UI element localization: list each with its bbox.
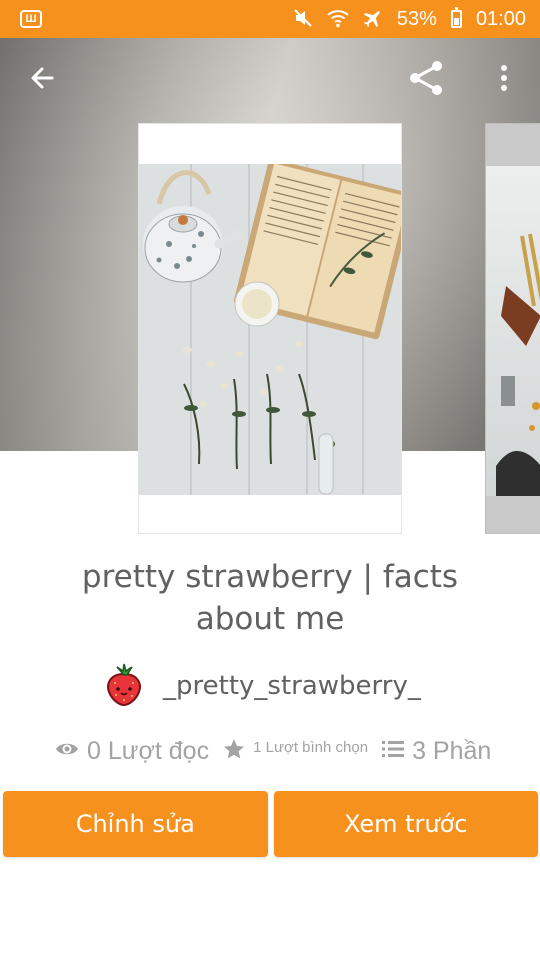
reads-count: 0 Lượt đọc [87, 736, 210, 765]
parts-count: 3 Phần [412, 736, 492, 765]
story-title: pretty strawberry | facts about me [81, 559, 459, 637]
story-stats: 0 Lượt đọc 1 Lượt bình chọn 3 Phần [55, 733, 495, 769]
share-button[interactable] [402, 58, 450, 102]
list-icon [382, 740, 405, 762]
action-buttons: Chỉnh sửa Xem trước [3, 791, 538, 857]
votes-count: 1 Lượt bình chọn [253, 738, 369, 756]
battery-percent: 53% [396, 7, 437, 30]
cover-photo [139, 164, 401, 495]
author-name: _pretty_strawberry_ [163, 671, 421, 701]
eye-icon [55, 740, 79, 762]
status-indicators: 53% 01:00 [293, 7, 526, 31]
mute-icon [293, 8, 313, 31]
wattpad-app-icon: Ш [20, 10, 42, 28]
more-options-button[interactable] [480, 58, 528, 102]
wifi-icon [327, 8, 349, 31]
edit-button[interactable]: Chỉnh sửa [3, 791, 268, 857]
reads-stat: 0 Lượt đọc [55, 737, 209, 766]
share-icon [407, 59, 445, 101]
status-bar: Ш 53% 01:00 [0, 0, 540, 38]
clock: 01:00 [475, 7, 526, 30]
author-link[interactable]: _pretty_strawberry_ [105, 662, 421, 710]
battery-icon [450, 7, 462, 28]
votes-stat: 1 Lượt bình chọn [223, 738, 368, 764]
star-icon [223, 738, 245, 764]
back-button[interactable] [18, 58, 66, 102]
battery-fill [453, 17, 459, 25]
preview-button[interactable]: Xem trước [273, 791, 538, 857]
more-vertical-icon [499, 64, 509, 96]
next-cover-photo [486, 166, 540, 496]
next-story-cover[interactable] [485, 123, 540, 534]
airplane-mode-icon [363, 8, 383, 31]
strawberry-icon [105, 662, 143, 710]
app-icon-label: Ш [25, 12, 37, 25]
parts-stat: 3 Phần [382, 737, 491, 766]
arrow-left-icon [28, 64, 56, 96]
story-cover[interactable] [138, 123, 402, 534]
